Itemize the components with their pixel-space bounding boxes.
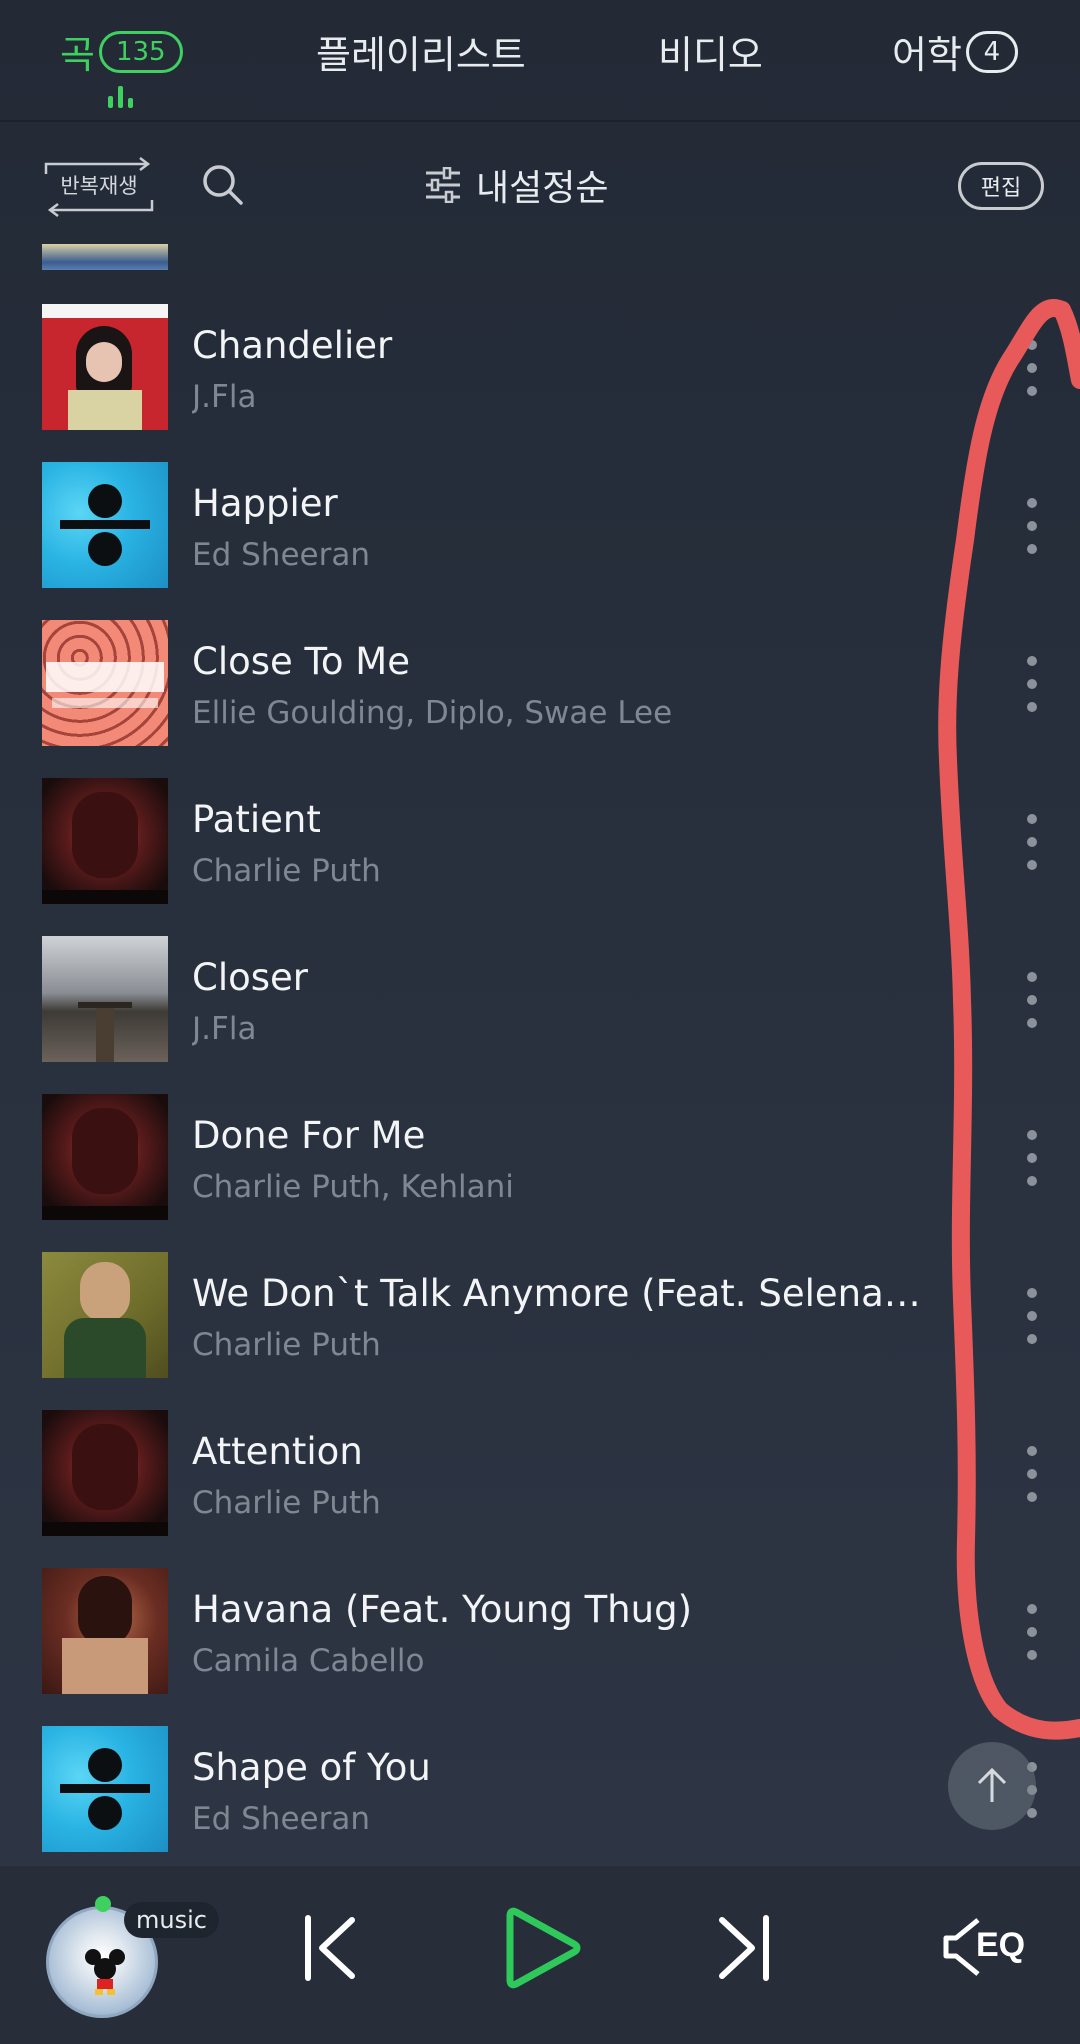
song-title: We Don`t Talk Anymore (Feat. Selena G... <box>192 1272 932 1315</box>
song-title: Havana (Feat. Young Thug) <box>192 1588 693 1631</box>
search-button[interactable] <box>200 162 246 208</box>
song-artist: Ed Sheeran <box>192 1801 370 1837</box>
more-options-icon[interactable] <box>1018 1284 1046 1348</box>
song-row[interactable]: Chandelier J.Fla <box>0 286 1080 444</box>
eq-label: EQ <box>976 1926 1026 1964</box>
previous-icon <box>305 1915 355 1981</box>
song-row[interactable]: Closer J.Fla <box>0 918 1080 1076</box>
tab-videos-label: 비디오 <box>658 33 763 77</box>
tab-playlists[interactable]: 플레이리스트 <box>316 24 526 79</box>
album-art <box>42 244 168 270</box>
song-artist: Charlie Puth, Kehlani <box>192 1169 514 1205</box>
list-toolbar: 반복재생 내설정순 편집 <box>0 124 1080 244</box>
song-title: Shape of You <box>192 1746 431 1789</box>
tab-songs-label: 곡 <box>60 33 95 77</box>
song-row[interactable]: We Don`t Talk Anymore (Feat. Selena G...… <box>0 1234 1080 1392</box>
album-art <box>42 936 168 1062</box>
tab-playlists-label: 플레이리스트 <box>316 33 526 77</box>
more-options-icon[interactable] <box>1018 494 1046 558</box>
song-row[interactable]: Close To Me Ellie Goulding, Diplo, Swae … <box>0 602 1080 760</box>
source-label: music <box>124 1902 219 1938</box>
tab-songs[interactable]: 곡 135 <box>60 24 183 79</box>
sort-button[interactable]: 내설정순 <box>424 160 608 210</box>
song-artist: Ed Sheeran <box>192 537 370 573</box>
more-options-icon[interactable] <box>1018 968 1046 1032</box>
repeat-button[interactable]: 반복재생 <box>40 156 158 218</box>
more-options-icon[interactable] <box>1018 1126 1046 1190</box>
next-button[interactable] <box>714 1908 774 1992</box>
album-art <box>42 1726 168 1852</box>
song-row[interactable]: Attention Charlie Puth <box>0 1392 1080 1550</box>
sort-label: 내설정순 <box>476 168 609 209</box>
song-title: Done For Me <box>192 1114 426 1157</box>
song-title: Attention <box>192 1430 363 1473</box>
album-art <box>42 620 168 746</box>
album-art <box>42 778 168 904</box>
tab-videos[interactable]: 비디오 <box>658 24 763 79</box>
play-button[interactable] <box>504 1902 584 1998</box>
song-artist: Charlie Puth <box>192 1485 381 1521</box>
edit-button[interactable]: 편집 <box>958 162 1044 210</box>
more-options-icon[interactable] <box>1018 1442 1046 1506</box>
song-artist: Camila Cabello <box>192 1643 425 1679</box>
song-artist: Charlie Puth <box>192 853 381 889</box>
previous-button[interactable] <box>300 1908 360 1992</box>
tab-language-label: 어학 <box>892 33 962 77</box>
song-title: Chandelier <box>192 324 393 367</box>
song-title: Closer <box>192 956 309 999</box>
more-options-icon[interactable] <box>1018 336 1046 400</box>
song-row[interactable]: Patient Charlie Puth <box>0 760 1080 918</box>
song-artist: J.Fla <box>192 379 257 415</box>
player-bar: music EQ <box>0 1866 1080 2044</box>
repeat-label: 반복재생 <box>60 174 138 198</box>
song-title: Close To Me <box>192 640 410 683</box>
album-art <box>42 462 168 588</box>
top-tab-bar: 곡 135 플레이리스트 비디오 어학 4 <box>0 0 1080 122</box>
now-playing-equalizer-icon <box>108 84 136 108</box>
active-indicator <box>95 1896 111 1912</box>
sliders-icon <box>426 167 460 203</box>
more-options-icon[interactable] <box>1018 810 1046 874</box>
language-count-badge: 4 <box>965 30 1018 73</box>
search-icon <box>203 165 243 205</box>
more-options-icon[interactable] <box>1018 1600 1046 1664</box>
song-list[interactable]: Chandelier J.Fla Happier Ed Sheeran Clos… <box>0 244 1080 1860</box>
album-art <box>42 1252 168 1378</box>
song-title: Happier <box>192 482 338 525</box>
mickey-icon <box>85 1949 125 1995</box>
song-row[interactable]: Shape of You Ed Sheeran <box>0 1708 1080 1860</box>
song-row[interactable]: Havana (Feat. Young Thug) Camila Cabello <box>0 1550 1080 1708</box>
play-icon <box>506 1907 581 1989</box>
song-artist: Charlie Puth <box>192 1327 381 1363</box>
song-row[interactable]: Happier Ed Sheeran <box>0 444 1080 602</box>
album-art <box>42 1410 168 1536</box>
song-title: Patient <box>192 798 321 841</box>
scroll-to-top-button[interactable] <box>948 1742 1036 1830</box>
song-artist: J.Fla <box>192 1011 257 1047</box>
more-options-icon[interactable] <box>1018 652 1046 716</box>
song-row[interactable]: Done For Me Charlie Puth, Kehlani <box>0 1076 1080 1234</box>
album-art <box>42 304 168 430</box>
next-icon <box>719 1915 769 1981</box>
album-art <box>42 1568 168 1694</box>
song-count-badge: 135 <box>98 30 183 73</box>
arrow-up-icon <box>977 1767 1007 1802</box>
tab-language[interactable]: 어학 4 <box>892 24 1018 79</box>
song-artist: Ellie Goulding, Diplo, Swae Lee <box>192 695 673 731</box>
album-art <box>42 1094 168 1220</box>
